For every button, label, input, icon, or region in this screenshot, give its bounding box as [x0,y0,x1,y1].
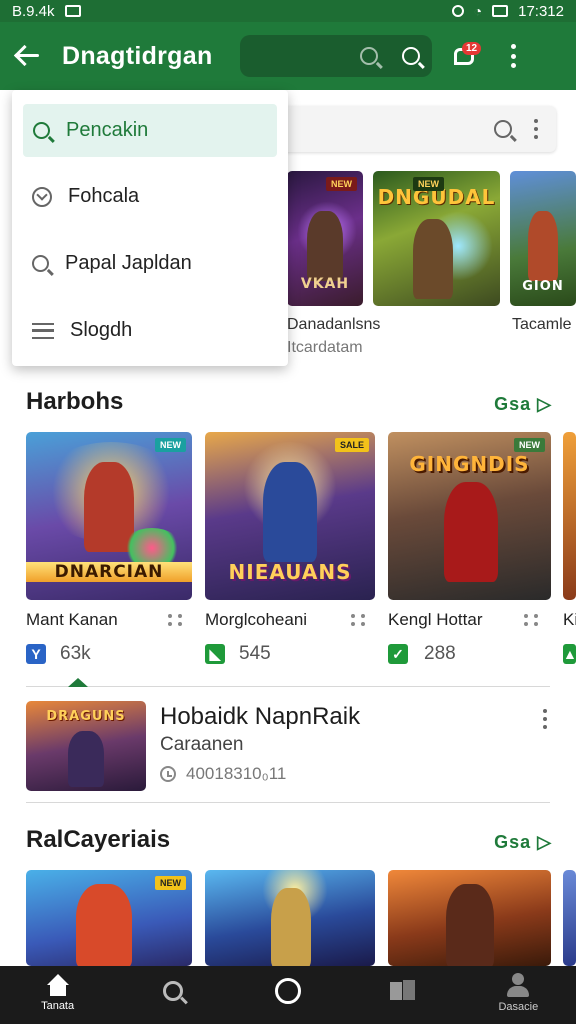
section-title: Harbohs [26,388,124,415]
nav-profile[interactable]: Dasacie [473,973,563,1013]
game-card-art[interactable]: GION [510,171,576,306]
game-name: Mant Kanan [26,610,118,629]
home-icon [45,974,71,998]
game-stat: 288 [424,643,456,664]
section-title: RalCayeriais [26,826,171,853]
menu-item-pencakin[interactable]: Pencakin [23,104,277,157]
app-bar: Dnagtidrgan 12 [0,22,576,90]
card-caption: Danadanlsns [287,316,381,333]
card-caption: Tacamle [512,316,572,333]
game-card-art[interactable]: NIEAUANS SALE [205,432,375,600]
search-icon [33,122,50,139]
battery-icon [492,5,509,17]
divider [26,802,550,803]
upload-icon [64,5,81,17]
menu-item-papal-japldan[interactable]: Papal Japldan [12,230,288,297]
user-icon [505,973,531,999]
divider [26,686,550,687]
game-card-art[interactable] [205,870,375,966]
game-card-art[interactable]: DNARCIAN NEW [26,432,192,600]
rating-badge-icon: ◣ [205,644,225,664]
rating-badge-icon: ▲ [563,644,576,664]
nav-label: Tanata [41,1000,75,1012]
rating-badge-icon: Y [26,644,46,664]
game-stat: 545 [239,643,271,664]
library-icon [390,980,416,1002]
game-card-art[interactable] [563,870,576,966]
search-icon[interactable] [494,120,512,138]
overflow-menu-icon[interactable] [510,44,516,68]
bottom-navigation: Tanata Dasacie [0,966,576,1024]
heart-icon [32,186,52,207]
nav-library[interactable] [358,980,448,1006]
game-card-art[interactable] [563,432,576,600]
game-name: Morglcoheani [205,610,308,629]
search-button-icon[interactable] [402,47,420,65]
nav-label: Dasacie [498,1001,539,1013]
featured-meta-text: 40018310₀11 [186,764,287,783]
menu-item-label: Slogdh [70,319,133,341]
nav-circle[interactable] [243,978,333,1008]
game-name: Ki [563,610,576,629]
notification-button[interactable]: 12 [452,42,482,70]
featured-subtitle: Caraanen [160,734,244,755]
game-name: Kengl Hottar [388,610,483,629]
more-options-icon[interactable] [534,119,538,139]
search-icon [32,255,49,272]
game-card-art[interactable]: NEW [26,870,192,966]
dropdown-menu: Pencakin Fohcala Papal Japldan Slogdh [12,90,288,366]
game-card-art[interactable]: DNGUDAL NEW [373,171,500,306]
menu-item-fohcala[interactable]: Fohcala [12,163,288,230]
alarm-icon [451,5,464,17]
search-icon [360,47,378,65]
see-all-link[interactable]: Gsa ▷ [494,394,552,415]
notification-badge: 12 [462,42,482,55]
see-all-link[interactable]: Gsa ▷ [494,832,552,853]
app-search-field[interactable] [240,35,432,77]
circle-icon [274,978,301,1004]
nav-search[interactable] [128,981,218,1005]
game-stat: 63k [60,643,91,664]
featured-game-art[interactable]: DRAGUNS [26,701,146,791]
game-card-art[interactable]: GINGNDIS NEW [388,432,551,600]
back-arrow-icon[interactable] [14,42,42,70]
search-bar[interactable] [270,106,556,152]
more-options-icon[interactable] [351,614,369,626]
rating-badge-icon: ✓ [388,644,408,664]
game-card-art[interactable] [388,870,551,966]
game-card-art[interactable]: VKAH NEW [287,171,363,306]
featured-title[interactable]: Hobaidk NapnRaik [160,703,360,731]
wifi-icon: ◔ [473,3,483,19]
more-options-icon[interactable] [524,614,542,626]
status-carrier: B.9.4k [12,2,55,20]
status-bar: B.9.4k ◔ 17:312 [0,0,576,22]
carousel-indicator [68,678,88,687]
more-options-icon[interactable] [543,709,547,729]
card-subcaption: Itcardatam [287,339,363,356]
search-icon [162,981,183,1001]
more-options-icon[interactable] [168,614,186,626]
clock-icon [160,766,176,782]
status-time: 17:312 [518,2,564,20]
menu-item-label: Fohcala [68,185,140,207]
app-title: Dnagtidrgan [62,41,213,70]
nav-home[interactable]: Tanata [13,974,103,1012]
list-icon [32,322,54,339]
menu-item-label: Pencakin [66,119,149,141]
menu-item-label: Papal Japldan [65,252,192,274]
featured-meta: 40018310₀11 [160,764,286,784]
menu-item-slogdh[interactable]: Slogdh [12,297,288,364]
